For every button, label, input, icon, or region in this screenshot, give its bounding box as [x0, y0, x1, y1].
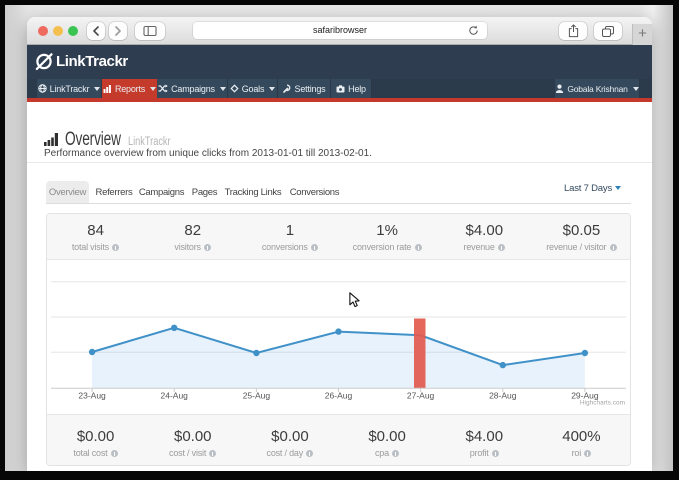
svg-text:25-Aug: 25-Aug — [243, 391, 271, 401]
svg-text:28-Aug: 28-Aug — [489, 391, 517, 401]
svg-text:27-Aug: 27-Aug — [407, 391, 435, 401]
svg-text:26-Aug: 26-Aug — [325, 391, 353, 401]
svg-text:Highcharts.com: Highcharts.com — [580, 400, 625, 407]
svg-text:24-Aug: 24-Aug — [160, 391, 188, 401]
svg-text:23-Aug: 23-Aug — [78, 391, 106, 401]
